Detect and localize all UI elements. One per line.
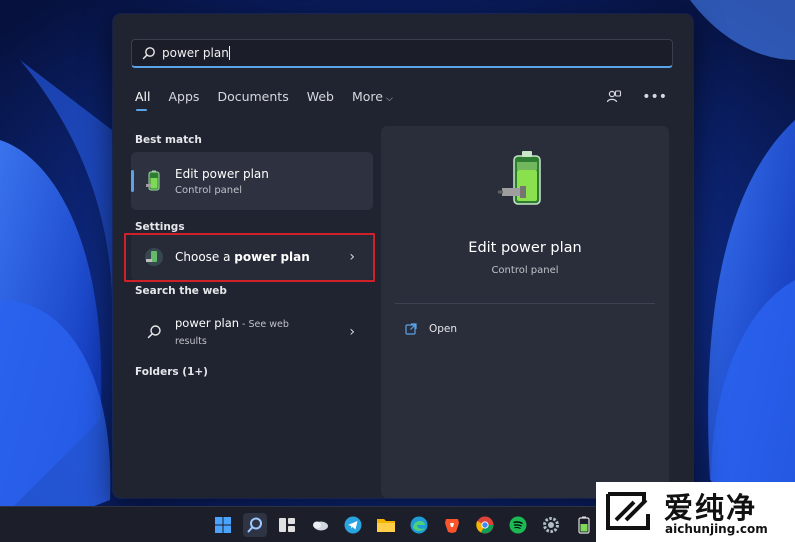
preview-divider [395,303,655,304]
brave-icon[interactable] [440,513,464,537]
best-match-title: Edit power plan [175,166,269,181]
telegram-icon[interactable] [341,513,365,537]
tab-all[interactable]: All [135,88,151,112]
open-external-icon [405,323,417,335]
windows-start-icon[interactable] [211,513,235,537]
spotify-icon[interactable] [506,513,530,537]
chrome-icon[interactable] [473,513,497,537]
web-result-query: power plan [175,315,240,330]
widgets-icon[interactable] [275,513,299,537]
section-folders: Folders (1+) [135,366,208,378]
search-flyout: power plan All Apps Documents Web More ⌵ … [113,14,693,498]
file-explorer-icon[interactable] [374,513,398,537]
section-search-web: Search the web [135,285,227,297]
tab-more[interactable]: More ⌵ [352,88,393,112]
web-result-suffix: - See web [239,318,289,330]
open-action[interactable]: Open [405,323,457,335]
more-options-icon[interactable]: ••• [642,88,667,106]
chevron-right-icon: › [349,324,355,340]
connected-accounts-icon[interactable] [606,89,622,105]
section-settings: Settings [135,221,185,233]
tab-web[interactable]: Web [307,88,334,112]
best-match-result[interactable]: Edit power plan Control panel [131,152,373,210]
weather-icon[interactable] [308,513,332,537]
tab-documents[interactable]: Documents [217,88,288,112]
chevron-down-icon: ⌵ [385,94,393,104]
preview-pane: Edit power plan Control panel Open [381,126,669,498]
battery-icon [146,170,160,191]
web-result-suffix2: results [175,335,207,347]
edge-icon[interactable] [407,513,431,537]
preview-title: Edit power plan [468,240,582,256]
best-match-subtitle: Control panel [175,184,243,196]
section-best-match: Best match [135,134,202,146]
search-box[interactable]: power plan [131,39,673,68]
preview-subtitle: Control panel [491,265,559,276]
search-icon [142,47,155,60]
tab-apps[interactable]: Apps [169,88,200,112]
header-icons: ••• [606,88,667,106]
web-result[interactable]: power plan - See web results › [131,310,373,354]
watermark-logo [606,492,650,530]
open-label: Open [429,323,458,335]
settings-icon[interactable] [539,513,563,537]
search-icon [147,325,161,339]
annotation-highlight-box [124,233,375,282]
watermark-url: aichunjing.com [665,522,768,536]
taskbar-search-icon[interactable] [243,513,267,537]
filter-tabs: All Apps Documents Web More ⌵ [135,88,411,112]
battery-icon [498,151,541,205]
search-query: power plan [162,46,229,60]
tab-more-label: More [351,89,383,104]
watermark: 爱纯净 aichunjing.com [596,482,795,542]
text-caret [228,46,230,60]
battery-icon[interactable] [572,513,596,537]
watermark-brand: 爱纯净 [664,491,758,525]
